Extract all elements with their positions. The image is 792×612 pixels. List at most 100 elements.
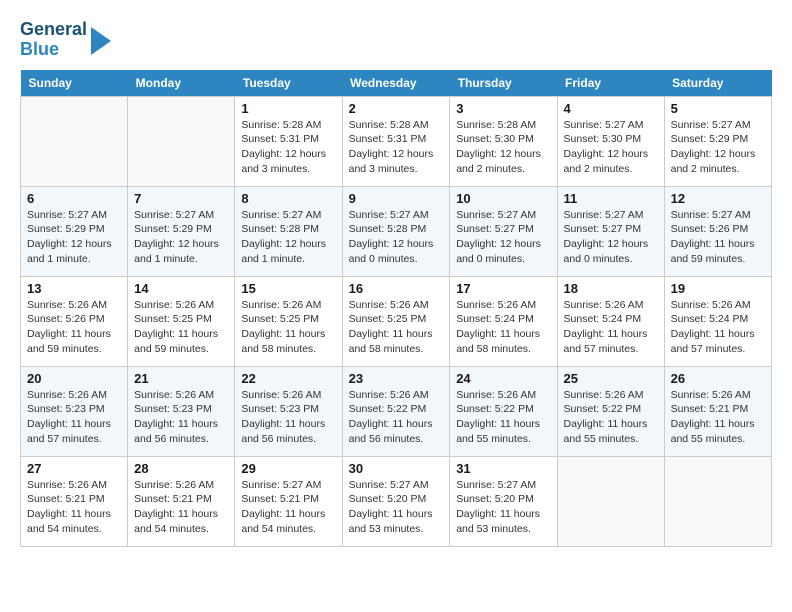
calendar-cell: 8Sunrise: 5:27 AM Sunset: 5:28 PM Daylig… (235, 186, 342, 276)
day-info: Sunrise: 5:26 AM Sunset: 5:23 PM Dayligh… (27, 388, 121, 447)
calendar-cell: 22Sunrise: 5:26 AM Sunset: 5:23 PM Dayli… (235, 366, 342, 456)
day-number: 1 (241, 101, 335, 116)
day-info: Sunrise: 5:28 AM Sunset: 5:31 PM Dayligh… (349, 118, 444, 177)
day-info: Sunrise: 5:26 AM Sunset: 5:25 PM Dayligh… (241, 298, 335, 357)
week-row-2: 6 Sunrise: 5:27 AM Sunset: 5:29 PM Daylig… (21, 186, 772, 276)
day-number: 27 (27, 461, 121, 476)
logo: GeneralBlue (20, 20, 111, 60)
logo-arrow-icon (91, 27, 111, 55)
header-day-friday: Friday (557, 70, 664, 97)
day-number: 26 (671, 371, 765, 386)
calendar-cell: 2 Sunrise: 5:28 AM Sunset: 5:31 PM Daylig… (342, 96, 450, 186)
calendar-cell: 11 Sunrise: 5:27 AM Sunset: 5:27 PM Dayli… (557, 186, 664, 276)
calendar-cell: 24 Sunrise: 5:26 AM Sunset: 5:22 PM Dayli… (450, 366, 557, 456)
calendar-cell: 13 Sunrise: 5:26 AM Sunset: 5:26 PM Dayli… (21, 276, 128, 366)
day-info: Sunrise: 5:26 AM Sunset: 5:22 PM Dayligh… (564, 388, 658, 447)
day-number: 9 (349, 191, 444, 206)
header-day-wednesday: Wednesday (342, 70, 450, 97)
day-number: 8 (241, 191, 335, 206)
calendar-cell (128, 96, 235, 186)
day-number: 15 (241, 281, 335, 296)
day-number: 29 (241, 461, 335, 476)
calendar-cell: 5 Sunrise: 5:27 AM Sunset: 5:29 PM Daylig… (664, 96, 771, 186)
day-info: Sunrise: 5:27 AM Sunset: 5:28 PM Dayligh… (349, 208, 444, 267)
calendar-cell: 29 Sunrise: 5:27 AM Sunset: 5:21 PM Dayli… (235, 456, 342, 546)
calendar-table: SundayMondayTuesdayWednesdayThursdayFrid… (20, 70, 772, 547)
day-info: Sunrise: 5:26 AM Sunset: 5:21 PM Dayligh… (134, 478, 228, 537)
calendar-cell: 19Sunrise: 5:26 AM Sunset: 5:24 PM Dayli… (664, 276, 771, 366)
day-info: Sunrise: 5:27 AM Sunset: 5:29 PM Dayligh… (671, 118, 765, 177)
day-number: 2 (349, 101, 444, 116)
week-row-5: 27 Sunrise: 5:26 AM Sunset: 5:21 PM Dayli… (21, 456, 772, 546)
day-info: Sunrise: 5:26 AM Sunset: 5:23 PM Dayligh… (241, 388, 335, 447)
header: GeneralBlue (20, 20, 772, 60)
calendar-cell: 23Sunrise: 5:26 AM Sunset: 5:22 PM Dayli… (342, 366, 450, 456)
day-number: 31 (456, 461, 550, 476)
day-info: Sunrise: 5:26 AM Sunset: 5:23 PM Dayligh… (134, 388, 228, 447)
day-info: Sunrise: 5:28 AM Sunset: 5:31 PM Dayligh… (241, 118, 335, 177)
day-info: Sunrise: 5:26 AM Sunset: 5:26 PM Dayligh… (27, 298, 121, 357)
calendar-cell: 27 Sunrise: 5:26 AM Sunset: 5:21 PM Dayli… (21, 456, 128, 546)
day-number: 4 (564, 101, 658, 116)
calendar-cell: 12 Sunrise: 5:27 AM Sunset: 5:26 PM Dayli… (664, 186, 771, 276)
day-number: 10 (456, 191, 550, 206)
calendar-cell: 20 Sunrise: 5:26 AM Sunset: 5:23 PM Dayli… (21, 366, 128, 456)
day-number: 11 (564, 191, 658, 206)
logo-text: GeneralBlue (20, 20, 87, 60)
day-number: 12 (671, 191, 765, 206)
calendar-cell: 9 Sunrise: 5:27 AM Sunset: 5:28 PM Daylig… (342, 186, 450, 276)
day-info: Sunrise: 5:27 AM Sunset: 5:30 PM Dayligh… (564, 118, 658, 177)
calendar-cell: 7 Sunrise: 5:27 AM Sunset: 5:29 PM Daylig… (128, 186, 235, 276)
day-info: Sunrise: 5:26 AM Sunset: 5:21 PM Dayligh… (671, 388, 765, 447)
header-row: SundayMondayTuesdayWednesdayThursdayFrid… (21, 70, 772, 97)
calendar-cell: 31 Sunrise: 5:27 AM Sunset: 5:20 PM Dayli… (450, 456, 557, 546)
header-day-thursday: Thursday (450, 70, 557, 97)
day-info: Sunrise: 5:27 AM Sunset: 5:29 PM Dayligh… (27, 208, 121, 267)
day-info: Sunrise: 5:28 AM Sunset: 5:30 PM Dayligh… (456, 118, 550, 177)
header-day-sunday: Sunday (21, 70, 128, 97)
day-info: Sunrise: 5:27 AM Sunset: 5:21 PM Dayligh… (241, 478, 335, 537)
calendar-cell: 21Sunrise: 5:26 AM Sunset: 5:23 PM Dayli… (128, 366, 235, 456)
day-info: Sunrise: 5:27 AM Sunset: 5:27 PM Dayligh… (456, 208, 550, 267)
header-day-tuesday: Tuesday (235, 70, 342, 97)
header-day-monday: Monday (128, 70, 235, 97)
day-info: Sunrise: 5:26 AM Sunset: 5:25 PM Dayligh… (134, 298, 228, 357)
calendar-cell: 25 Sunrise: 5:26 AM Sunset: 5:22 PM Dayli… (557, 366, 664, 456)
day-number: 24 (456, 371, 550, 386)
day-info: Sunrise: 5:27 AM Sunset: 5:27 PM Dayligh… (564, 208, 658, 267)
day-info: Sunrise: 5:27 AM Sunset: 5:29 PM Dayligh… (134, 208, 228, 267)
day-number: 16 (349, 281, 444, 296)
day-info: Sunrise: 5:27 AM Sunset: 5:20 PM Dayligh… (456, 478, 550, 537)
calendar-cell: 14 Sunrise: 5:26 AM Sunset: 5:25 PM Dayli… (128, 276, 235, 366)
day-number: 14 (134, 281, 228, 296)
calendar-cell: 3 Sunrise: 5:28 AM Sunset: 5:30 PM Daylig… (450, 96, 557, 186)
day-number: 17 (456, 281, 550, 296)
header-day-saturday: Saturday (664, 70, 771, 97)
day-number: 13 (27, 281, 121, 296)
calendar-cell (557, 456, 664, 546)
day-info: Sunrise: 5:26 AM Sunset: 5:21 PM Dayligh… (27, 478, 121, 537)
calendar-cell: 10 Sunrise: 5:27 AM Sunset: 5:27 PM Dayli… (450, 186, 557, 276)
week-row-3: 13 Sunrise: 5:26 AM Sunset: 5:26 PM Dayli… (21, 276, 772, 366)
day-info: Sunrise: 5:27 AM Sunset: 5:20 PM Dayligh… (349, 478, 444, 537)
day-info: Sunrise: 5:26 AM Sunset: 5:25 PM Dayligh… (349, 298, 444, 357)
day-number: 25 (564, 371, 658, 386)
day-number: 3 (456, 101, 550, 116)
day-info: Sunrise: 5:26 AM Sunset: 5:24 PM Dayligh… (671, 298, 765, 357)
week-row-4: 20 Sunrise: 5:26 AM Sunset: 5:23 PM Dayli… (21, 366, 772, 456)
calendar-cell: 15 Sunrise: 5:26 AM Sunset: 5:25 PM Dayli… (235, 276, 342, 366)
day-info: Sunrise: 5:26 AM Sunset: 5:22 PM Dayligh… (456, 388, 550, 447)
day-number: 23 (349, 371, 444, 386)
calendar-cell: 4 Sunrise: 5:27 AM Sunset: 5:30 PM Daylig… (557, 96, 664, 186)
day-number: 6 (27, 191, 121, 206)
calendar-cell: 26 Sunrise: 5:26 AM Sunset: 5:21 PM Dayli… (664, 366, 771, 456)
day-number: 30 (349, 461, 444, 476)
day-info: Sunrise: 5:26 AM Sunset: 5:24 PM Dayligh… (456, 298, 550, 357)
day-info: Sunrise: 5:27 AM Sunset: 5:26 PM Dayligh… (671, 208, 765, 267)
day-number: 7 (134, 191, 228, 206)
calendar-cell (664, 456, 771, 546)
calendar-cell: 17 Sunrise: 5:26 AM Sunset: 5:24 PM Dayli… (450, 276, 557, 366)
day-number: 5 (671, 101, 765, 116)
day-number: 18 (564, 281, 658, 296)
day-number: 20 (27, 371, 121, 386)
